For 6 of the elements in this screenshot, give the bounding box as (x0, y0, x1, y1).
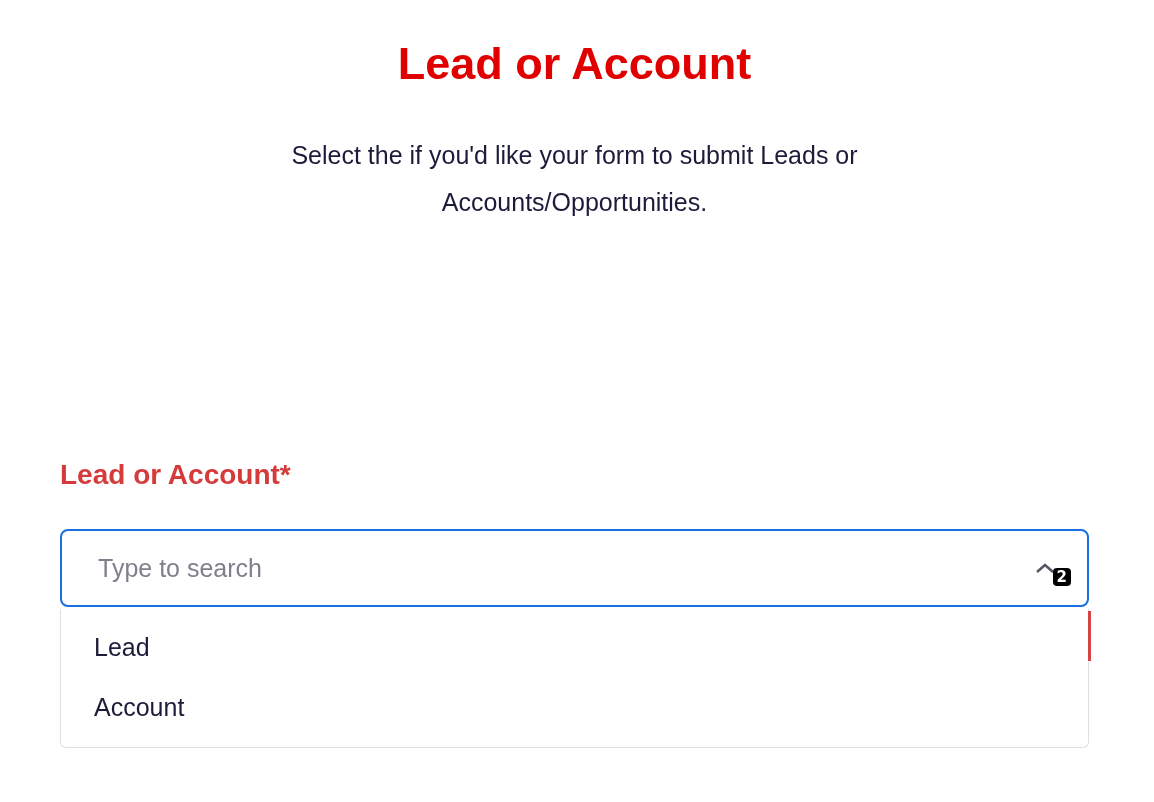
dropdown-option[interactable]: Lead (61, 617, 1088, 677)
page-heading: Lead or Account (397, 38, 752, 90)
field-label: Lead or Account* (60, 459, 291, 491)
description-text: Select the if you'd like your form to submit Leads or Accounts/Opportunities. (290, 140, 859, 218)
dropdown-option[interactable]: Account (61, 677, 1088, 737)
caret-icon[interactable] (1035, 562, 1055, 574)
